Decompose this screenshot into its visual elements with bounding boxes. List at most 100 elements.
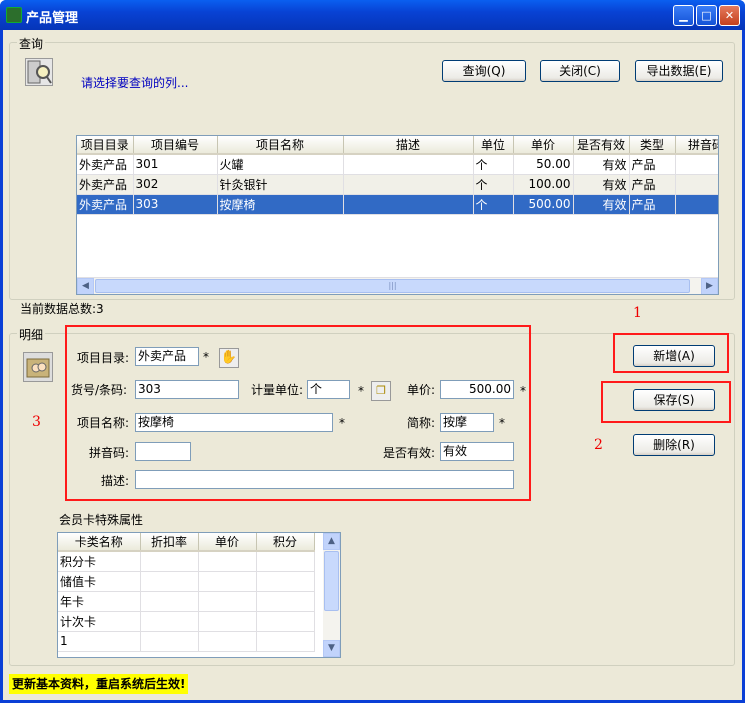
total-count: 当前数据总数:3 (20, 302, 104, 316)
window-client: 查询 请选择要查询的列... 查询(Q) 关闭(C) 导出数据(E) 项目目录 … (3, 30, 742, 700)
product-table[interactable]: 项目目录 项目编号 项目名称 描述 单位 单价 是否有效 类型 拼音码 外卖产品… (76, 135, 719, 295)
cell: 计次卡 (58, 611, 141, 632)
cell (140, 551, 199, 572)
col-header[interactable]: 单位 (473, 136, 514, 155)
cell (140, 631, 199, 652)
cell: 产品 (629, 194, 676, 215)
cell (198, 631, 257, 652)
cell: 1 (58, 631, 141, 652)
find-icon (25, 58, 53, 86)
cell: 外卖产品 (77, 174, 134, 195)
annotation-label-3: 3 (32, 414, 41, 430)
col-header[interactable]: 是否有效 (573, 136, 630, 155)
table-row[interactable]: 积分卡 (58, 551, 315, 572)
col-header[interactable]: 积分 (256, 533, 315, 552)
cell (343, 174, 474, 195)
cell (256, 591, 315, 612)
cell: 100.00 (513, 174, 574, 195)
query-group-label: 查询 (17, 35, 46, 52)
cell (140, 591, 199, 612)
col-header[interactable]: 单价 (198, 533, 257, 552)
col-header[interactable]: 项目名称 (217, 136, 344, 155)
vertical-scrollbar[interactable]: ▲ ▼ (323, 533, 340, 657)
annotation-label-1: 1 (633, 305, 642, 321)
cell (675, 194, 718, 215)
app-window: 产品管理 ▁ □ ✕ 查询 请选择要查询的列... 查询(Q) 关闭(C) 导出… (0, 0, 745, 703)
cell: 个 (473, 194, 514, 215)
card-table[interactable]: 卡类名称 折扣率 单价 积分 积分卡 储值卡 年卡 计次卡 1 ▲ ▼ (57, 532, 341, 658)
table-row[interactable]: 储值卡 (58, 571, 315, 592)
col-header[interactable]: 描述 (343, 136, 474, 155)
cell (198, 551, 257, 572)
cell: 年卡 (58, 591, 141, 612)
folder-icon (23, 352, 53, 382)
cell: 储值卡 (58, 571, 141, 592)
scroll-thumb[interactable]: ||| (95, 279, 690, 293)
detail-group-label: 明细 (17, 326, 46, 343)
minimize-button[interactable]: ▁ (673, 5, 694, 26)
export-button[interactable]: 导出数据(E) (635, 60, 723, 82)
horizontal-scrollbar[interactable]: ◀ ||| ▶ (77, 277, 718, 294)
cell: 303 (133, 194, 218, 215)
close-button[interactable]: 关闭(C) (540, 60, 620, 82)
delete-button[interactable]: 删除(R) (633, 434, 715, 456)
app-icon (6, 7, 22, 23)
cell: 500.00 (513, 194, 574, 215)
table-row[interactable]: 外卖产品 302 针灸银针 个 100.00 有效 产品 (77, 174, 718, 195)
cell (343, 194, 474, 215)
status-message: 更新基本资料，重启系统后生效! (9, 674, 189, 694)
cell (198, 611, 257, 632)
cell (256, 551, 315, 572)
cell: 50.00 (513, 154, 574, 175)
col-header[interactable]: 项目编号 (133, 136, 218, 155)
maximize-button[interactable]: □ (696, 5, 717, 26)
annotation-label-2: 2 (594, 437, 603, 453)
query-hint: 请选择要查询的列... (81, 76, 189, 90)
scroll-right-icon[interactable]: ▶ (701, 278, 718, 294)
annotation-box-1 (613, 333, 729, 373)
cell: 个 (473, 174, 514, 195)
cell (256, 631, 315, 652)
table-row[interactable]: 1 (58, 631, 315, 652)
col-header[interactable]: 折扣率 (140, 533, 199, 552)
table-row[interactable]: 外卖产品 301 火罐 个 50.00 有效 产品 (77, 154, 718, 175)
annotation-box-2 (601, 381, 731, 423)
query-button[interactable]: 查询(Q) (442, 60, 526, 82)
cell (256, 571, 315, 592)
col-header[interactable]: 卡类名称 (58, 533, 141, 552)
cell: 有效 (573, 154, 630, 175)
cell: 301 (133, 154, 218, 175)
cell: 火罐 (217, 154, 344, 175)
cell: 302 (133, 174, 218, 195)
cell: 外卖产品 (77, 154, 134, 175)
col-header[interactable]: 项目目录 (77, 136, 134, 155)
scroll-left-icon[interactable]: ◀ (77, 278, 94, 294)
title-bar: 产品管理 ▁ □ ✕ (0, 0, 745, 30)
cell: 有效 (573, 194, 630, 215)
col-header[interactable]: 类型 (629, 136, 676, 155)
cell (198, 591, 257, 612)
cell: 积分卡 (58, 551, 141, 572)
cell: 个 (473, 154, 514, 175)
cell (256, 611, 315, 632)
scroll-thumb[interactable] (324, 551, 339, 611)
cell (343, 154, 474, 175)
scroll-down-icon[interactable]: ▼ (323, 640, 340, 657)
cell: 有效 (573, 174, 630, 195)
annotation-box-3 (65, 325, 531, 501)
col-header[interactable]: 单价 (513, 136, 574, 155)
cell (675, 174, 718, 195)
cell (140, 611, 199, 632)
scroll-up-icon[interactable]: ▲ (323, 533, 340, 550)
cell (140, 571, 199, 592)
cell (675, 154, 718, 175)
cell: 产品 (629, 154, 676, 175)
table-row[interactable]: 年卡 (58, 591, 315, 612)
card-section-title: 会员卡特殊属性 (59, 513, 144, 527)
table-row[interactable]: 计次卡 (58, 611, 315, 632)
table-row-selected[interactable]: 外卖产品 303 按摩椅 个 500.00 有效 产品 (77, 194, 718, 215)
close-window-button[interactable]: ✕ (719, 5, 740, 26)
col-header[interactable]: 拼音码 (675, 136, 718, 155)
cell: 按摩椅 (217, 194, 344, 215)
cell: 外卖产品 (77, 194, 134, 215)
